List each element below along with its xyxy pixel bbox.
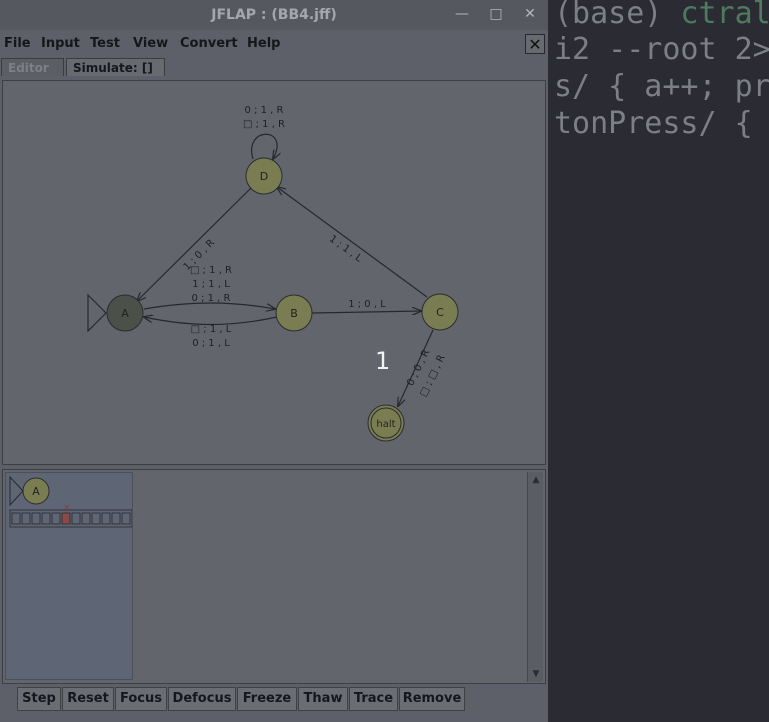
tape-cell <box>51 512 61 525</box>
thaw-button[interactable]: Thaw <box>298 687 348 711</box>
tape-cell <box>21 512 31 525</box>
tape-cell <box>121 512 131 525</box>
tape-cell <box>31 512 41 525</box>
transition-c-d[interactable] <box>277 187 428 298</box>
reset-button[interactable]: Reset <box>62 687 114 711</box>
tape-cell <box>41 512 51 525</box>
state-b[interactable]: B <box>275 294 313 332</box>
label-d-loop-1: 0 ; 1 , R <box>245 105 284 116</box>
tape-cell <box>111 512 121 525</box>
menu-test[interactable]: Test <box>90 36 120 51</box>
tape-cell <box>11 512 21 525</box>
label-a-b-1: □ ; 1 , R <box>190 265 232 276</box>
trace-button[interactable]: Trace <box>349 687 398 711</box>
state-d[interactable]: D <box>245 157 283 195</box>
initial-state-marker <box>87 293 107 333</box>
tape-cell <box>71 512 81 525</box>
label-b-a-1: □ ; 1 , L <box>191 324 232 335</box>
automaton-canvas[interactable]: D A B C halt 0 ; 1 , R □ ; 1 , R 1 ; 0 ,… <box>2 80 546 465</box>
state-halt-label: halt <box>376 419 395 430</box>
terminal-prompt: (base) <box>554 0 663 31</box>
tape-cell <box>81 512 91 525</box>
menu-view[interactable]: View <box>133 36 168 51</box>
tape-head-icon: × <box>63 503 71 513</box>
terminal-command: ctral <box>662 0 769 31</box>
simulation-area: A × ▲ ▼ <box>2 469 546 684</box>
config-initial-marker <box>9 475 24 507</box>
freeze-button[interactable]: Freeze <box>237 687 297 711</box>
maximize-icon[interactable]: □ <box>487 6 505 22</box>
focus-button[interactable]: Focus <box>115 687 167 711</box>
config-state-label: A <box>32 485 40 498</box>
remove-button[interactable]: Remove <box>399 687 465 711</box>
title-bar[interactable]: JFLAP : (BB4.jff) — □ ✕ <box>0 0 548 30</box>
terminal-line-3: s/ { a++; pr <box>554 69 769 104</box>
tab-bar: Editor Simulate: [] <box>0 58 548 80</box>
tape <box>9 509 132 528</box>
jflap-window: JFLAP : (BB4.jff) — □ ✕ File Input Test … <box>0 0 548 722</box>
state-b-label: B <box>290 307 298 320</box>
close-icon[interactable]: ✕ <box>521 6 539 22</box>
tape-cell <box>61 512 71 525</box>
config-state: A <box>22 477 50 505</box>
tape-frame <box>9 509 132 528</box>
label-b-a-2: 0 ; 1 , L <box>192 338 230 349</box>
label-b-c: 1 ; 0 , L <box>348 299 386 310</box>
state-a[interactable]: A <box>106 294 144 332</box>
terminal-line-4: tonPress/ { <box>554 106 753 141</box>
label-c-d: 1 ; 1 , L <box>327 233 364 264</box>
terminal-background: (base) ctral i2 --root 2> s/ { a++; pr t… <box>548 0 769 722</box>
simulation-toolbar: Step Reset Focus Defocus Freeze Thaw Tra… <box>0 684 548 722</box>
menu-bar: File Input Test View Convert Help <box>0 33 548 55</box>
state-c-label: C <box>436 306 444 319</box>
minimize-icon[interactable]: — <box>453 6 471 22</box>
menu-input[interactable]: Input <box>41 36 80 51</box>
tape-cell <box>101 512 111 525</box>
terminal-line-2: i2 --root 2> <box>554 32 769 67</box>
menu-help[interactable]: Help <box>247 36 280 51</box>
overlay-number: 1 <box>375 347 391 375</box>
tape-cell <box>91 512 101 525</box>
vertical-scrollbar[interactable]: ▲ ▼ <box>527 472 543 682</box>
configuration-panel[interactable]: A × <box>5 472 133 680</box>
step-button[interactable]: Step <box>17 687 61 711</box>
terminal-line-1: (base) ctral <box>554 0 769 31</box>
state-a-label: A <box>121 307 129 320</box>
state-halt[interactable]: halt <box>367 404 405 442</box>
scroll-down-icon[interactable]: ▼ <box>529 667 543 681</box>
menu-file[interactable]: File <box>4 36 31 51</box>
state-c[interactable]: C <box>421 293 459 331</box>
transition-d-loop[interactable] <box>251 133 277 159</box>
defocus-button[interactable]: Defocus <box>168 687 236 711</box>
tab-simulate[interactable]: Simulate: [] <box>66 58 165 76</box>
menu-convert[interactable]: Convert <box>180 36 238 51</box>
label-a-b-2: 1 ; 1 , L <box>192 279 230 290</box>
label-a-b-3: 0 ; 1 , R <box>192 293 231 304</box>
document-close-icon[interactable]: ✕ <box>525 34 545 54</box>
scroll-up-icon[interactable]: ▲ <box>529 473 543 487</box>
transition-b-c[interactable] <box>311 311 421 313</box>
state-d-label: D <box>260 170 268 183</box>
tab-editor[interactable]: Editor <box>1 58 64 76</box>
label-d-loop-2: □ ; 1 , R <box>243 119 285 130</box>
